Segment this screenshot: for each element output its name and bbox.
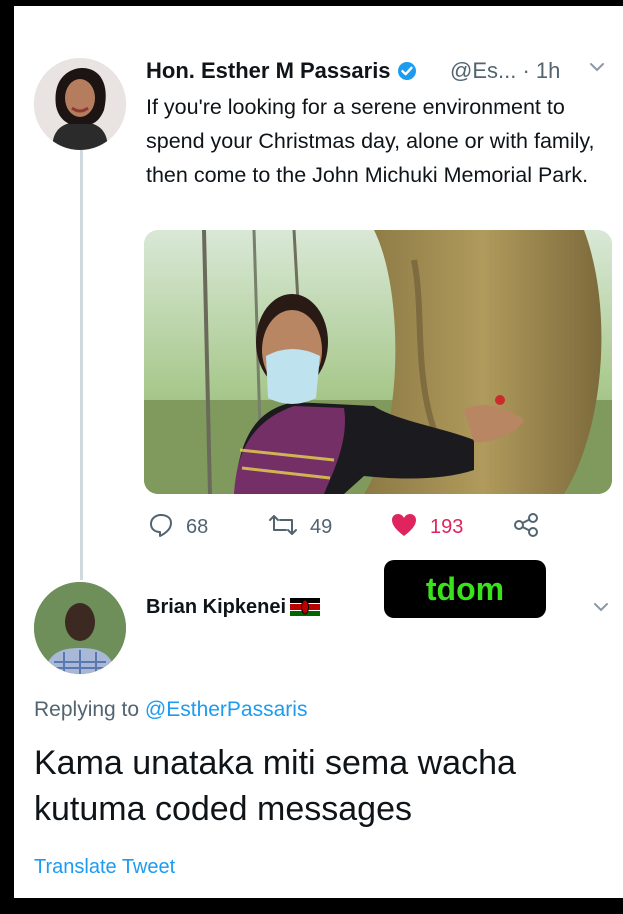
heart-icon [390, 512, 418, 543]
reply-icon [148, 512, 174, 543]
tweet-text: If you're looking for a serene environme… [146, 95, 595, 187]
tweet-time[interactable]: · 1h [522, 58, 560, 83]
author-name-text[interactable]: Hon. Esther M Passaris [146, 58, 391, 83]
retweet-action[interactable]: 49 [268, 512, 332, 543]
replying-handle-link[interactable]: @EstherPassaris [145, 698, 308, 721]
chevron-down-icon[interactable] [588, 58, 606, 81]
author-name[interactable]: Hon. Esther M Passaris [146, 58, 417, 84]
reply-author-name[interactable]: Brian Kipkenei [146, 596, 321, 619]
like-action[interactable]: 193 [390, 512, 463, 543]
watermark-badge: tdom [384, 560, 546, 618]
share-action[interactable] [512, 512, 540, 543]
reply-action[interactable]: 68 [148, 512, 208, 543]
bottom-bar [0, 898, 623, 914]
handle-text[interactable]: @Es... [450, 58, 516, 83]
verified-icon [397, 61, 417, 81]
reply-author-name-text[interactable]: Brian Kipkenei [146, 596, 286, 618]
share-icon [512, 512, 540, 543]
replying-to: Replying to @EstherPassaris [34, 698, 307, 722]
reply-count: 68 [186, 516, 209, 538]
reply-author-avatar[interactable] [34, 582, 126, 674]
top-bar [14, 0, 623, 38]
reply-text: Kama unataka miti sema wacha kutuma code… [34, 744, 516, 828]
translate-tweet-link[interactable]: Translate Tweet [34, 856, 175, 879]
author-avatar[interactable] [34, 58, 126, 150]
replying-label: Replying to [34, 698, 140, 721]
author-handle[interactable]: @Es... · 1h [450, 58, 560, 84]
tweet-photo[interactable] [144, 230, 612, 494]
like-count: 193 [430, 516, 464, 538]
retweet-count: 49 [310, 516, 333, 538]
kenya-flag-icon [290, 598, 321, 616]
retweet-icon [268, 512, 298, 543]
thread-connector-line [80, 148, 83, 580]
chevron-down-icon[interactable] [592, 598, 610, 621]
